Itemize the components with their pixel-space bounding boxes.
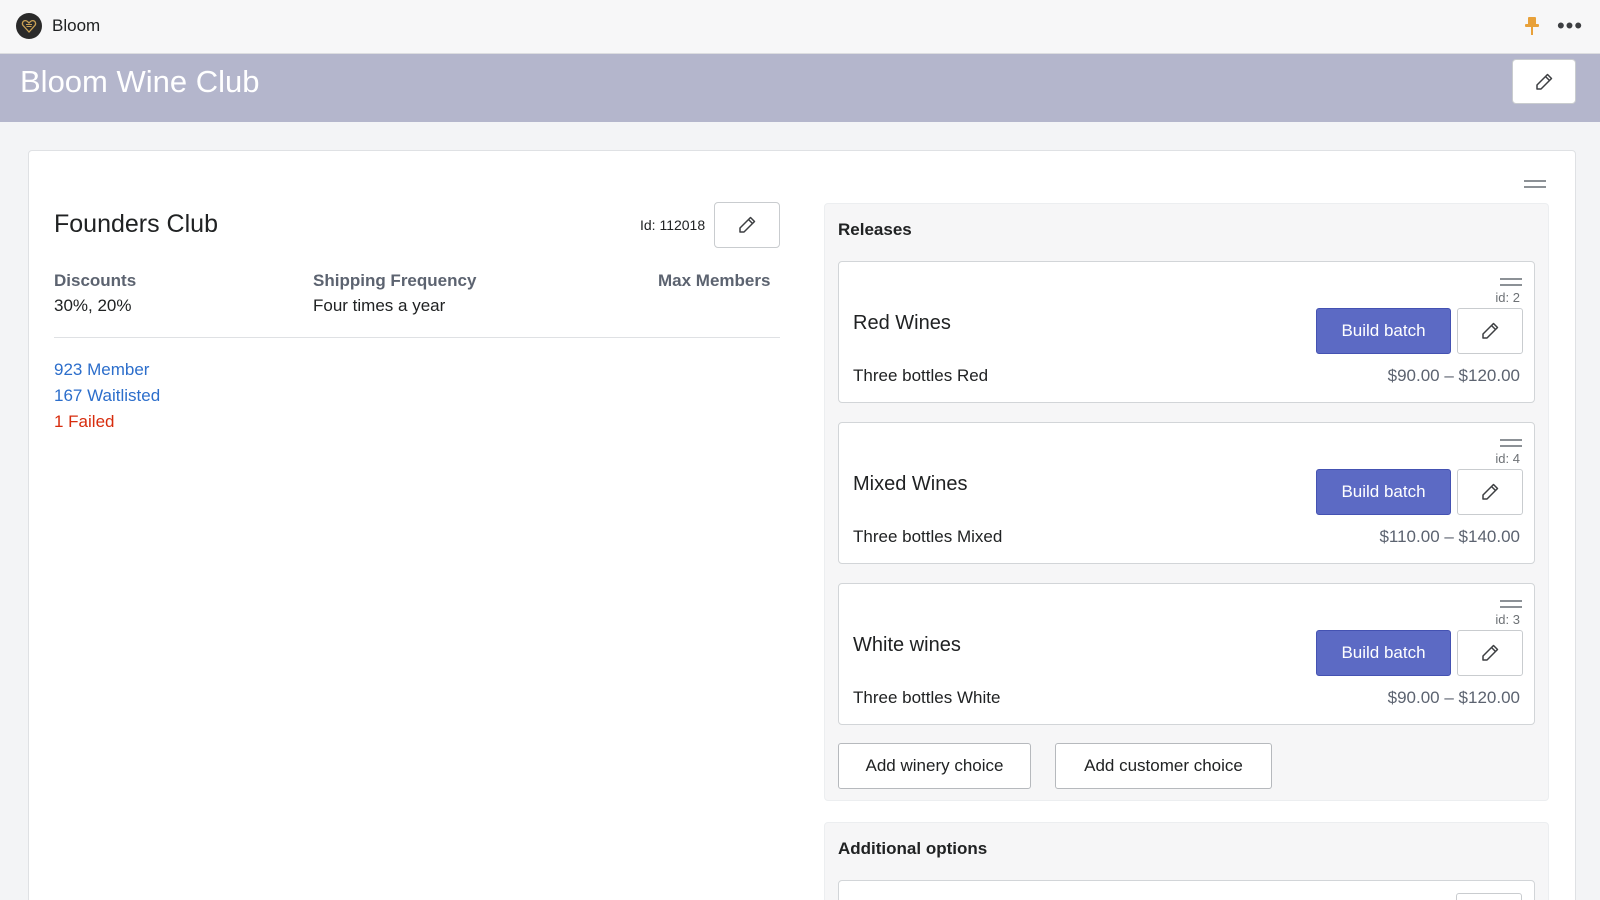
additional-options-title: Additional options	[838, 839, 988, 858]
additional-option-edit-button[interactable]	[1456, 893, 1522, 900]
failed-link[interactable]: 1 Failed	[54, 412, 114, 432]
club-edit-button[interactable]	[714, 202, 780, 248]
release-id: id: 4	[1495, 451, 1520, 466]
release-card: id: 2 Red Wines Build batch Three bottle…	[838, 261, 1535, 403]
release-edit-button[interactable]	[1457, 308, 1523, 354]
additional-option-card	[838, 880, 1535, 900]
add-winery-choice-button[interactable]: Add winery choice	[838, 743, 1031, 789]
header-edit-button[interactable]	[1512, 59, 1576, 104]
release-id: id: 3	[1495, 612, 1520, 627]
release-name: White wines	[853, 634, 961, 656]
release-card: id: 4 Mixed Wines Build batch Three bott…	[838, 422, 1535, 564]
club-id: Id: 112018	[640, 217, 706, 233]
discounts-value: 30%, 20%	[54, 296, 132, 315]
release-edit-button[interactable]	[1457, 469, 1523, 515]
more-horizontal-icon[interactable]: •••	[1555, 13, 1585, 39]
release-price: $110.00 – $140.00	[1379, 527, 1520, 546]
shipping-frequency-label: Shipping Frequency	[313, 271, 477, 290]
add-customer-choice-button[interactable]: Add customer choice	[1055, 743, 1272, 789]
shipping-frequency-value: Four times a year	[313, 296, 446, 315]
club-name: Founders Club	[54, 210, 218, 238]
drag-handle-icon[interactable]	[1500, 278, 1522, 287]
heart-logo-icon	[21, 19, 37, 33]
pencil-icon	[1482, 644, 1499, 661]
pencil-icon	[739, 216, 756, 233]
release-price: $90.00 – $120.00	[1387, 366, 1520, 385]
release-description: Three bottles Mixed	[853, 527, 1003, 546]
release-price: $90.00 – $120.00	[1387, 688, 1520, 707]
releases-title: Releases	[838, 220, 912, 239]
build-batch-button[interactable]: Build batch	[1316, 469, 1451, 515]
discounts-label: Discounts	[54, 271, 137, 290]
release-card: id: 3 White wines Build batch Three bott…	[838, 583, 1535, 725]
divider	[54, 337, 780, 338]
drag-handle-icon[interactable]	[1500, 439, 1522, 448]
release-name: Red Wines	[853, 312, 951, 334]
waitlisted-link[interactable]: 167 Waitlisted	[54, 386, 160, 406]
page-title: Bloom Wine Club	[20, 64, 260, 99]
release-description: Three bottles Red	[853, 366, 989, 385]
release-name: Mixed Wines	[853, 473, 968, 495]
release-id: id: 2	[1495, 290, 1520, 305]
pencil-icon	[1536, 73, 1553, 90]
app-logo	[16, 13, 42, 39]
release-description: Three bottles White	[853, 688, 1001, 707]
app-name: Bloom	[52, 16, 101, 35]
drag-handle-icon[interactable]	[1500, 600, 1522, 609]
pencil-icon	[1482, 483, 1499, 500]
pin-icon[interactable]	[1522, 15, 1542, 37]
top-app-bar	[0, 0, 1600, 54]
drag-handle-icon[interactable]	[1524, 180, 1546, 189]
members-link[interactable]: 923 Member	[54, 360, 149, 380]
release-edit-button[interactable]	[1457, 630, 1523, 676]
pencil-icon	[1482, 322, 1499, 339]
build-batch-button[interactable]: Build batch	[1316, 630, 1451, 676]
build-batch-button[interactable]: Build batch	[1316, 308, 1451, 354]
max-members-label: Max Members	[658, 271, 771, 290]
